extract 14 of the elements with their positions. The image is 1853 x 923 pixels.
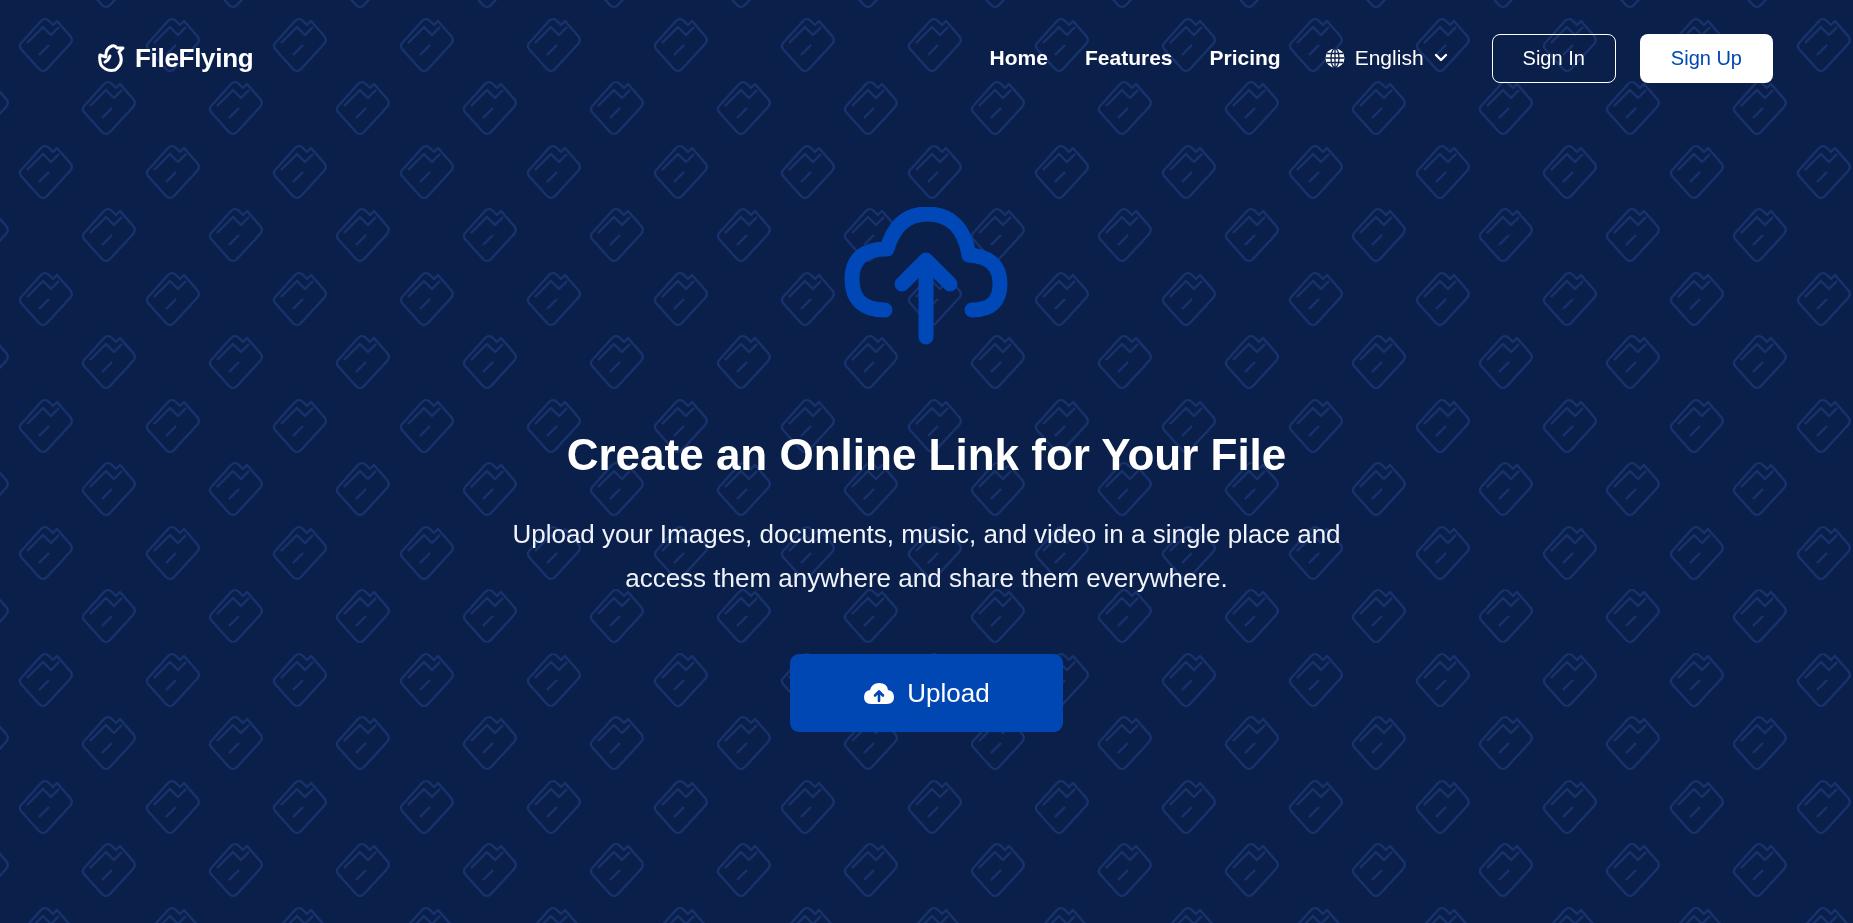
sign-in-button[interactable]: Sign In	[1491, 33, 1616, 83]
nav-link[interactable]: Features	[1084, 46, 1173, 70]
chevron-down-icon	[1433, 53, 1448, 63]
sign-up-button[interactable]: Sign Up	[1639, 33, 1773, 83]
language-selector[interactable]: English	[1324, 46, 1448, 70]
globe-icon	[1324, 48, 1345, 68]
brand-name[interactable]: FileFlying	[135, 42, 254, 74]
nav-link[interactable]: Pricing	[1209, 46, 1281, 70]
nav-link[interactable]: Home	[989, 46, 1048, 70]
upload-button[interactable]: Upload	[790, 654, 1063, 732]
hero-subtitle: Upload your Images, documents, music, and video in a single place and access them anywhere and share them everywhere.	[512, 518, 1341, 595]
hero-title: Create an Online Link for Your File	[566, 430, 1287, 480]
bird-logo-icon	[97, 43, 127, 73]
cloud-upload-icon	[863, 682, 896, 704]
